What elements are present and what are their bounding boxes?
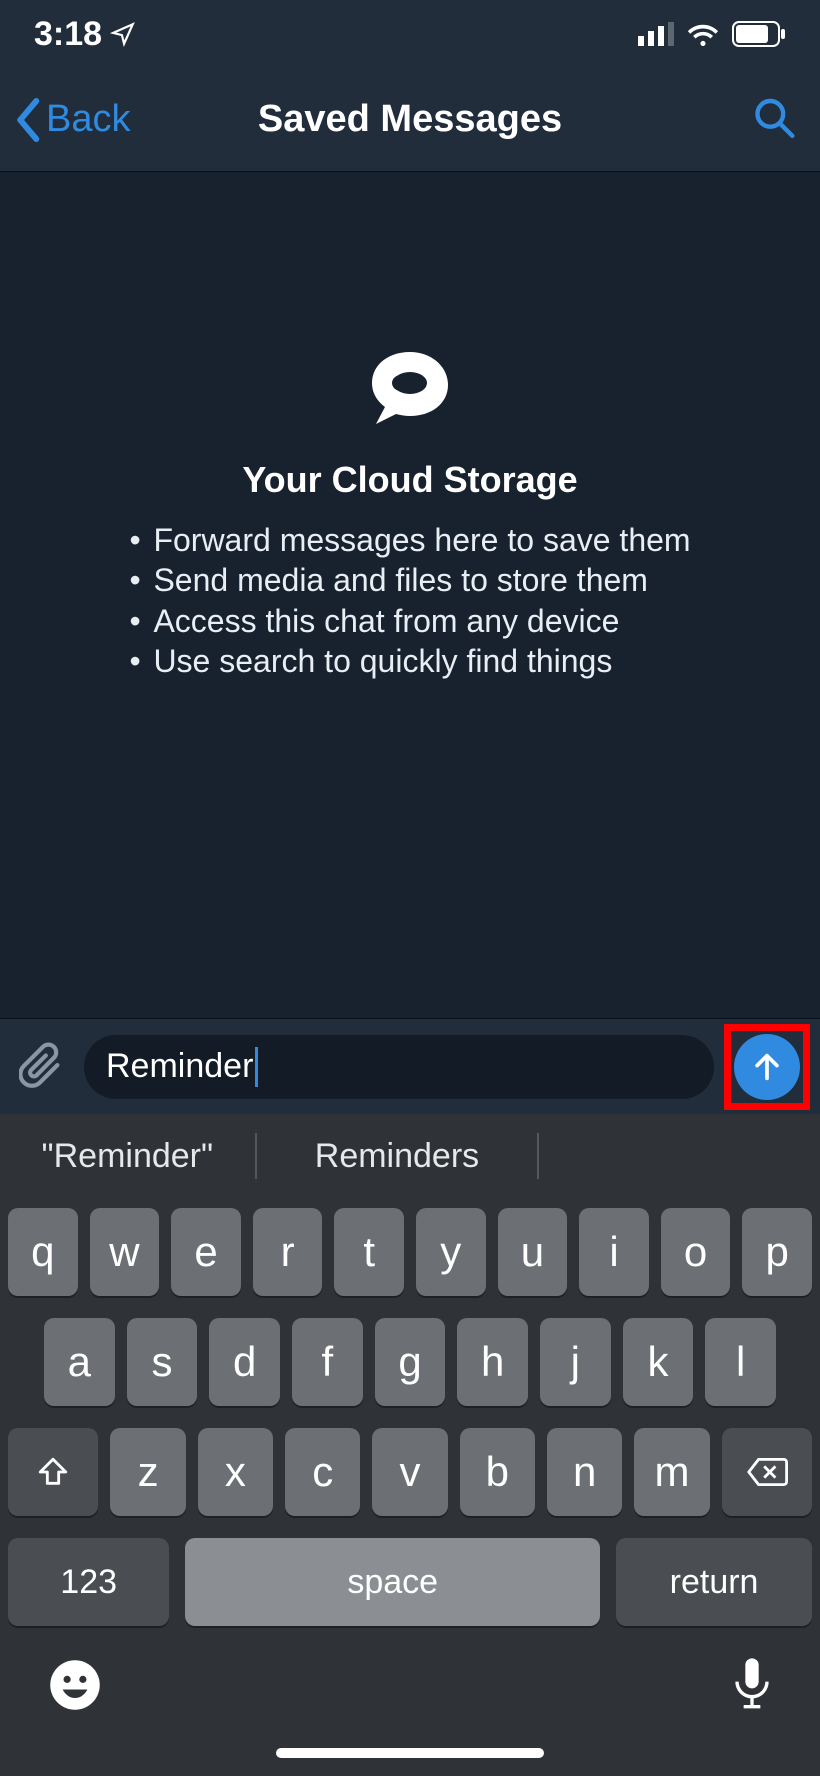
suggestion-item[interactable]: "Reminder" (0, 1137, 255, 1176)
key-space[interactable]: space (185, 1538, 600, 1626)
bullet-text: Forward messages here to save them (153, 521, 690, 559)
key-a[interactable]: a (44, 1318, 115, 1406)
key-shift[interactable] (8, 1428, 98, 1516)
location-icon (110, 21, 136, 47)
key-numbers[interactable]: 123 (8, 1538, 169, 1626)
key-u[interactable]: u (498, 1208, 568, 1296)
key-q[interactable]: q (8, 1208, 78, 1296)
send-button[interactable] (734, 1034, 800, 1100)
key-f[interactable]: f (292, 1318, 363, 1406)
status-bar: 3:18 (0, 0, 820, 68)
home-indicator[interactable] (276, 1748, 544, 1758)
key-b[interactable]: b (460, 1428, 535, 1516)
key-n[interactable]: n (547, 1428, 622, 1516)
status-left: 3:18 (34, 15, 136, 54)
chat-empty-content: Your Cloud Storage •Forward messages her… (0, 172, 820, 1018)
key-j[interactable]: j (540, 1318, 611, 1406)
dictation-button[interactable] (732, 1658, 772, 1717)
keyboard-suggestions: "Reminder" Reminders (0, 1114, 820, 1198)
key-o[interactable]: o (661, 1208, 731, 1296)
message-input-bar: Reminder (0, 1018, 820, 1114)
key-i[interactable]: i (579, 1208, 649, 1296)
bullet-text: Access this chat from any device (153, 602, 619, 640)
back-button[interactable]: Back (0, 98, 130, 142)
key-return[interactable]: return (616, 1538, 812, 1626)
status-time: 3:18 (34, 15, 102, 54)
key-c[interactable]: c (285, 1428, 360, 1516)
cloud-bubble-icon (366, 352, 454, 431)
send-button-highlight (724, 1024, 810, 1110)
key-x[interactable]: x (198, 1428, 273, 1516)
back-label: Back (46, 98, 130, 141)
search-button[interactable] (752, 95, 796, 144)
key-s[interactable]: s (127, 1318, 198, 1406)
message-input-value: Reminder (106, 1047, 253, 1086)
status-right (638, 21, 786, 47)
key-v[interactable]: v (372, 1428, 447, 1516)
cellular-icon (638, 22, 674, 46)
key-m[interactable]: m (634, 1428, 709, 1516)
battery-icon (732, 21, 786, 47)
text-caret (255, 1047, 258, 1087)
key-k[interactable]: k (623, 1318, 694, 1406)
key-h[interactable]: h (457, 1318, 528, 1406)
key-w[interactable]: w (90, 1208, 160, 1296)
nav-bar: Back Saved Messages (0, 68, 820, 172)
key-z[interactable]: z (110, 1428, 185, 1516)
emoji-button[interactable] (48, 1658, 102, 1717)
bullet-text: Use search to quickly find things (153, 642, 612, 680)
key-g[interactable]: g (375, 1318, 446, 1406)
empty-state-bullets: •Forward messages here to save them •Sen… (129, 521, 690, 683)
empty-state-title: Your Cloud Storage (242, 459, 577, 501)
key-e[interactable]: e (171, 1208, 241, 1296)
wifi-icon (686, 22, 720, 46)
key-d[interactable]: d (209, 1318, 280, 1406)
key-y[interactable]: y (416, 1208, 486, 1296)
key-l[interactable]: l (705, 1318, 776, 1406)
key-r[interactable]: r (253, 1208, 323, 1296)
key-p[interactable]: p (742, 1208, 812, 1296)
bullet-text: Send media and files to store them (153, 561, 648, 599)
suggestion-item[interactable]: Reminders (257, 1137, 538, 1176)
suggestion-separator (537, 1133, 539, 1179)
key-backspace[interactable] (722, 1428, 812, 1516)
key-t[interactable]: t (334, 1208, 404, 1296)
message-input[interactable]: Reminder (84, 1035, 714, 1099)
attach-button[interactable] (10, 1035, 74, 1099)
keyboard: q w e r t y u i o p a s d f g h j k l z (0, 1198, 820, 1648)
